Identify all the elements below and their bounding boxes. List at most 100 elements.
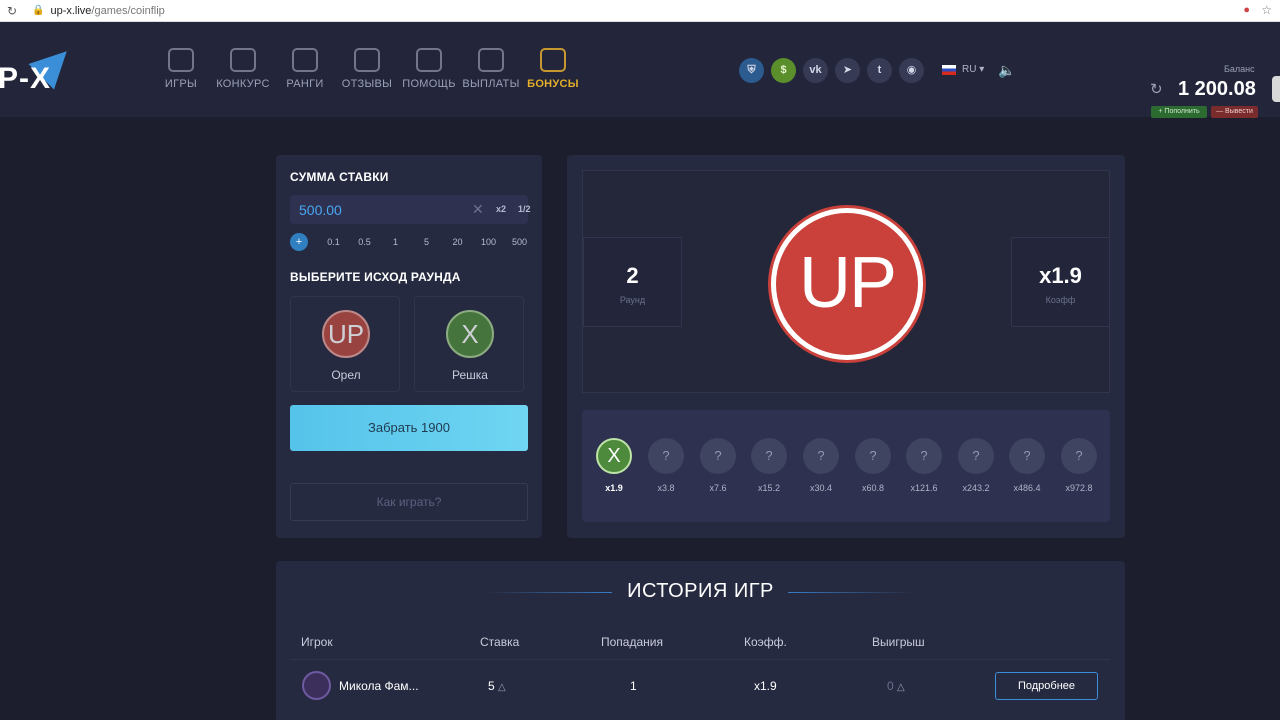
double-button[interactable]: x2 (496, 204, 506, 214)
round-step: ? x243.2 (956, 438, 996, 493)
unknown-coin-icon: ? (855, 438, 891, 474)
reviews-icon (354, 48, 380, 72)
gold-icon: △ (498, 682, 506, 693)
unknown-coin-icon: ? (1009, 438, 1045, 474)
nav-label: БОНУСЫ (527, 78, 579, 90)
nav-item-games[interactable]: ИГРЫ (150, 48, 212, 90)
nav-label: КОНКУРС (216, 78, 270, 90)
nav-item-reviews[interactable]: ОТЗЫВЫ (336, 48, 398, 90)
balance-value: 1 200.08 (1178, 78, 1256, 100)
sound-icon[interactable]: 🔈 (998, 62, 1015, 79)
site-logo[interactable]: P-X (0, 62, 51, 96)
quick-amount-button[interactable]: 1 (380, 237, 411, 247)
bet-amount-title: СУММА СТАВКИ (290, 170, 389, 184)
outcome-reshka[interactable]: X Решка (414, 296, 524, 392)
column-header-coeff: Коэфф. (744, 635, 787, 649)
nav-item-help[interactable]: ПОМОЩЬ (398, 48, 460, 90)
quick-amount-button[interactable]: 100 (473, 237, 504, 247)
half-button[interactable]: 1/2 (518, 204, 531, 214)
coins-icon (168, 48, 194, 72)
rank-icon (292, 48, 318, 72)
quick-amount-button[interactable]: 0.1 (318, 237, 349, 247)
topup-button[interactable]: + Пополнить (1151, 106, 1207, 118)
reload-icon[interactable]: ↻ (2, 4, 22, 18)
column-header-hits: Попадания (601, 635, 663, 649)
url-path: /games/coinflip (91, 4, 165, 17)
hits-value: 1 (630, 679, 637, 693)
twitter-icon[interactable]: t (867, 58, 892, 83)
round-mult: x15.2 (757, 483, 781, 493)
payouts-icon (478, 48, 504, 72)
site-header: P-X ИГРЫ КОНКУРС РАНГИ ОТЗЫВЫ ПОМОЩЬ ВЫП… (0, 22, 1280, 118)
how-to-play-button[interactable]: Как играть? (290, 483, 528, 521)
telegram-icon[interactable]: ➤ (835, 58, 860, 83)
column-header-player: Игрок (301, 635, 333, 649)
x-coin-icon: X (446, 310, 494, 358)
details-button[interactable]: Подробнее (995, 672, 1098, 700)
round-mult: x1.9 (605, 483, 623, 493)
nav-item-bonuses[interactable]: БОНУСЫ (522, 48, 584, 90)
plus-icon[interactable]: + (290, 233, 308, 251)
outcome-orel[interactable]: UP Орел (290, 296, 400, 392)
social-links: ⛨ $ vk ➤ t ◉ (739, 58, 931, 83)
coeff-box: x1.9 Коэфф (1011, 237, 1110, 327)
quick-amount-button[interactable]: 5 (411, 237, 442, 247)
unknown-coin-icon: ? (803, 438, 839, 474)
round-step: ? x121.6 (904, 438, 944, 493)
address-bar[interactable]: up-x.live/games/coinflip (50, 5, 164, 17)
round-mult: x243.2 (962, 483, 990, 493)
column-header-bet: Ставка (480, 635, 520, 649)
coeff-value: x1.9 (1039, 263, 1082, 288)
round-mult: x7.6 (709, 483, 727, 493)
russia-flag-icon (942, 64, 956, 75)
quick-amount-button[interactable]: 0.5 (349, 237, 380, 247)
clear-icon[interactable]: ✕ (472, 201, 484, 218)
round-step: ? x7.6 (698, 438, 738, 493)
round-step: ? x972.8 (1059, 438, 1099, 493)
nav-item-ranks[interactable]: РАНГИ (274, 48, 336, 90)
round-step: ? x60.8 (853, 438, 893, 493)
user-avatar[interactable] (1272, 76, 1280, 102)
language-selector[interactable]: RU ▾ (942, 64, 984, 75)
main-coin: UP (771, 208, 923, 360)
player-name[interactable]: Микола Фам... (339, 679, 419, 693)
lock-icon[interactable]: 🔒 (32, 5, 44, 16)
dollar-icon[interactable]: $ (771, 58, 796, 83)
browser-bar: ↻ 🔒 up-x.live/games/coinflip ● ☆ (0, 0, 1280, 22)
player-avatar[interactable] (302, 671, 331, 700)
refresh-icon[interactable]: ↻ (1150, 80, 1163, 98)
instagram-icon[interactable]: ◉ (899, 58, 924, 83)
bookmark-star-icon[interactable]: ☆ (1261, 3, 1272, 17)
withdraw-button[interactable]: — Вывести (1211, 106, 1258, 118)
x-coin-icon: X (596, 438, 632, 474)
outcome-reshka-label: Решка (452, 368, 488, 382)
main-coin-text: UP (798, 243, 897, 323)
quick-amount-button[interactable]: 20 (442, 237, 473, 247)
bet-amount: 5 (488, 679, 495, 693)
history-title: ИСТОРИЯ ИГР (627, 580, 774, 602)
bonus-icon (540, 48, 566, 72)
quick-amounts: + 0.1 0.5 1 5 20 100 500 (290, 233, 535, 251)
unknown-coin-icon: ? (700, 438, 736, 474)
bet-value: 5 △ (488, 679, 506, 693)
vk-icon[interactable]: vk (803, 58, 828, 83)
unknown-coin-icon: ? (1061, 438, 1097, 474)
unknown-coin-icon: ? (906, 438, 942, 474)
round-mult: x972.8 (1065, 483, 1093, 493)
nav-item-contest[interactable]: КОНКУРС (212, 48, 274, 90)
round-label: Раунд (619, 295, 646, 305)
round-mult: x486.4 (1013, 483, 1041, 493)
round-box: 2 Раунд (583, 237, 682, 327)
nav-label: ВЫПЛАТЫ (462, 78, 520, 90)
shield-icon[interactable]: ⛨ (739, 58, 764, 83)
extension-icon[interactable]: ● (1243, 4, 1250, 16)
coeff-label: Коэфф (1045, 295, 1076, 305)
round-mult: x60.8 (861, 483, 885, 493)
nav-label: ОТЗЫВЫ (341, 78, 393, 90)
nav-item-payouts[interactable]: ВЫПЛАТЫ (460, 48, 522, 90)
bet-amount-input[interactable]: 500.00 ✕ x2 1/2 (290, 195, 531, 224)
take-winnings-button[interactable]: Забрать 1900 (290, 405, 528, 451)
gold-icon: △ (897, 682, 905, 693)
nav-label: ПОМОЩЬ (402, 78, 456, 90)
quick-amount-button[interactable]: 500 (504, 237, 535, 247)
